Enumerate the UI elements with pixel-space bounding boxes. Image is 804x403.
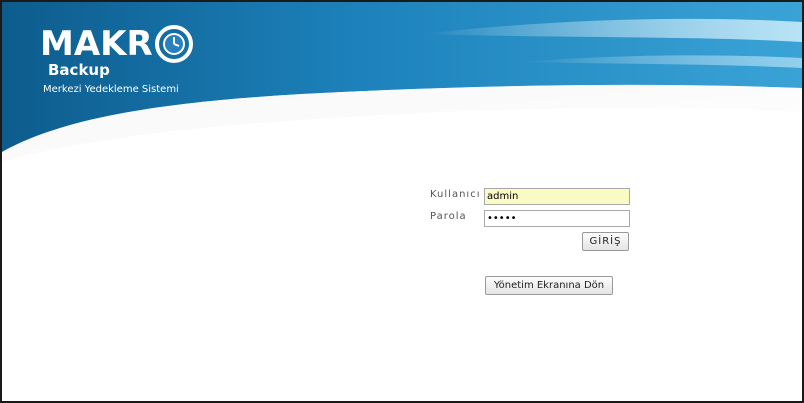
clock-icon	[155, 25, 193, 63]
page-frame: MAKR Backup Merkezi Yedekleme Sistemi Ku…	[0, 0, 804, 403]
logo-product: Backup	[48, 61, 110, 79]
password-input[interactable]: •••••	[484, 210, 630, 227]
username-label: Kullanıcı	[430, 189, 481, 200]
login-button[interactable]: GİRİŞ	[582, 232, 629, 251]
logo: MAKR Backup Merkezi Yedekleme Sistemi	[40, 24, 220, 104]
back-to-admin-button[interactable]: Yönetim Ekranına Dön	[485, 276, 613, 295]
logo-tagline: Merkezi Yedekleme Sistemi	[43, 84, 179, 95]
password-label: Parola	[430, 211, 467, 222]
username-input[interactable]: admin	[484, 188, 630, 205]
logo-wordmark: MAKR	[40, 24, 153, 64]
